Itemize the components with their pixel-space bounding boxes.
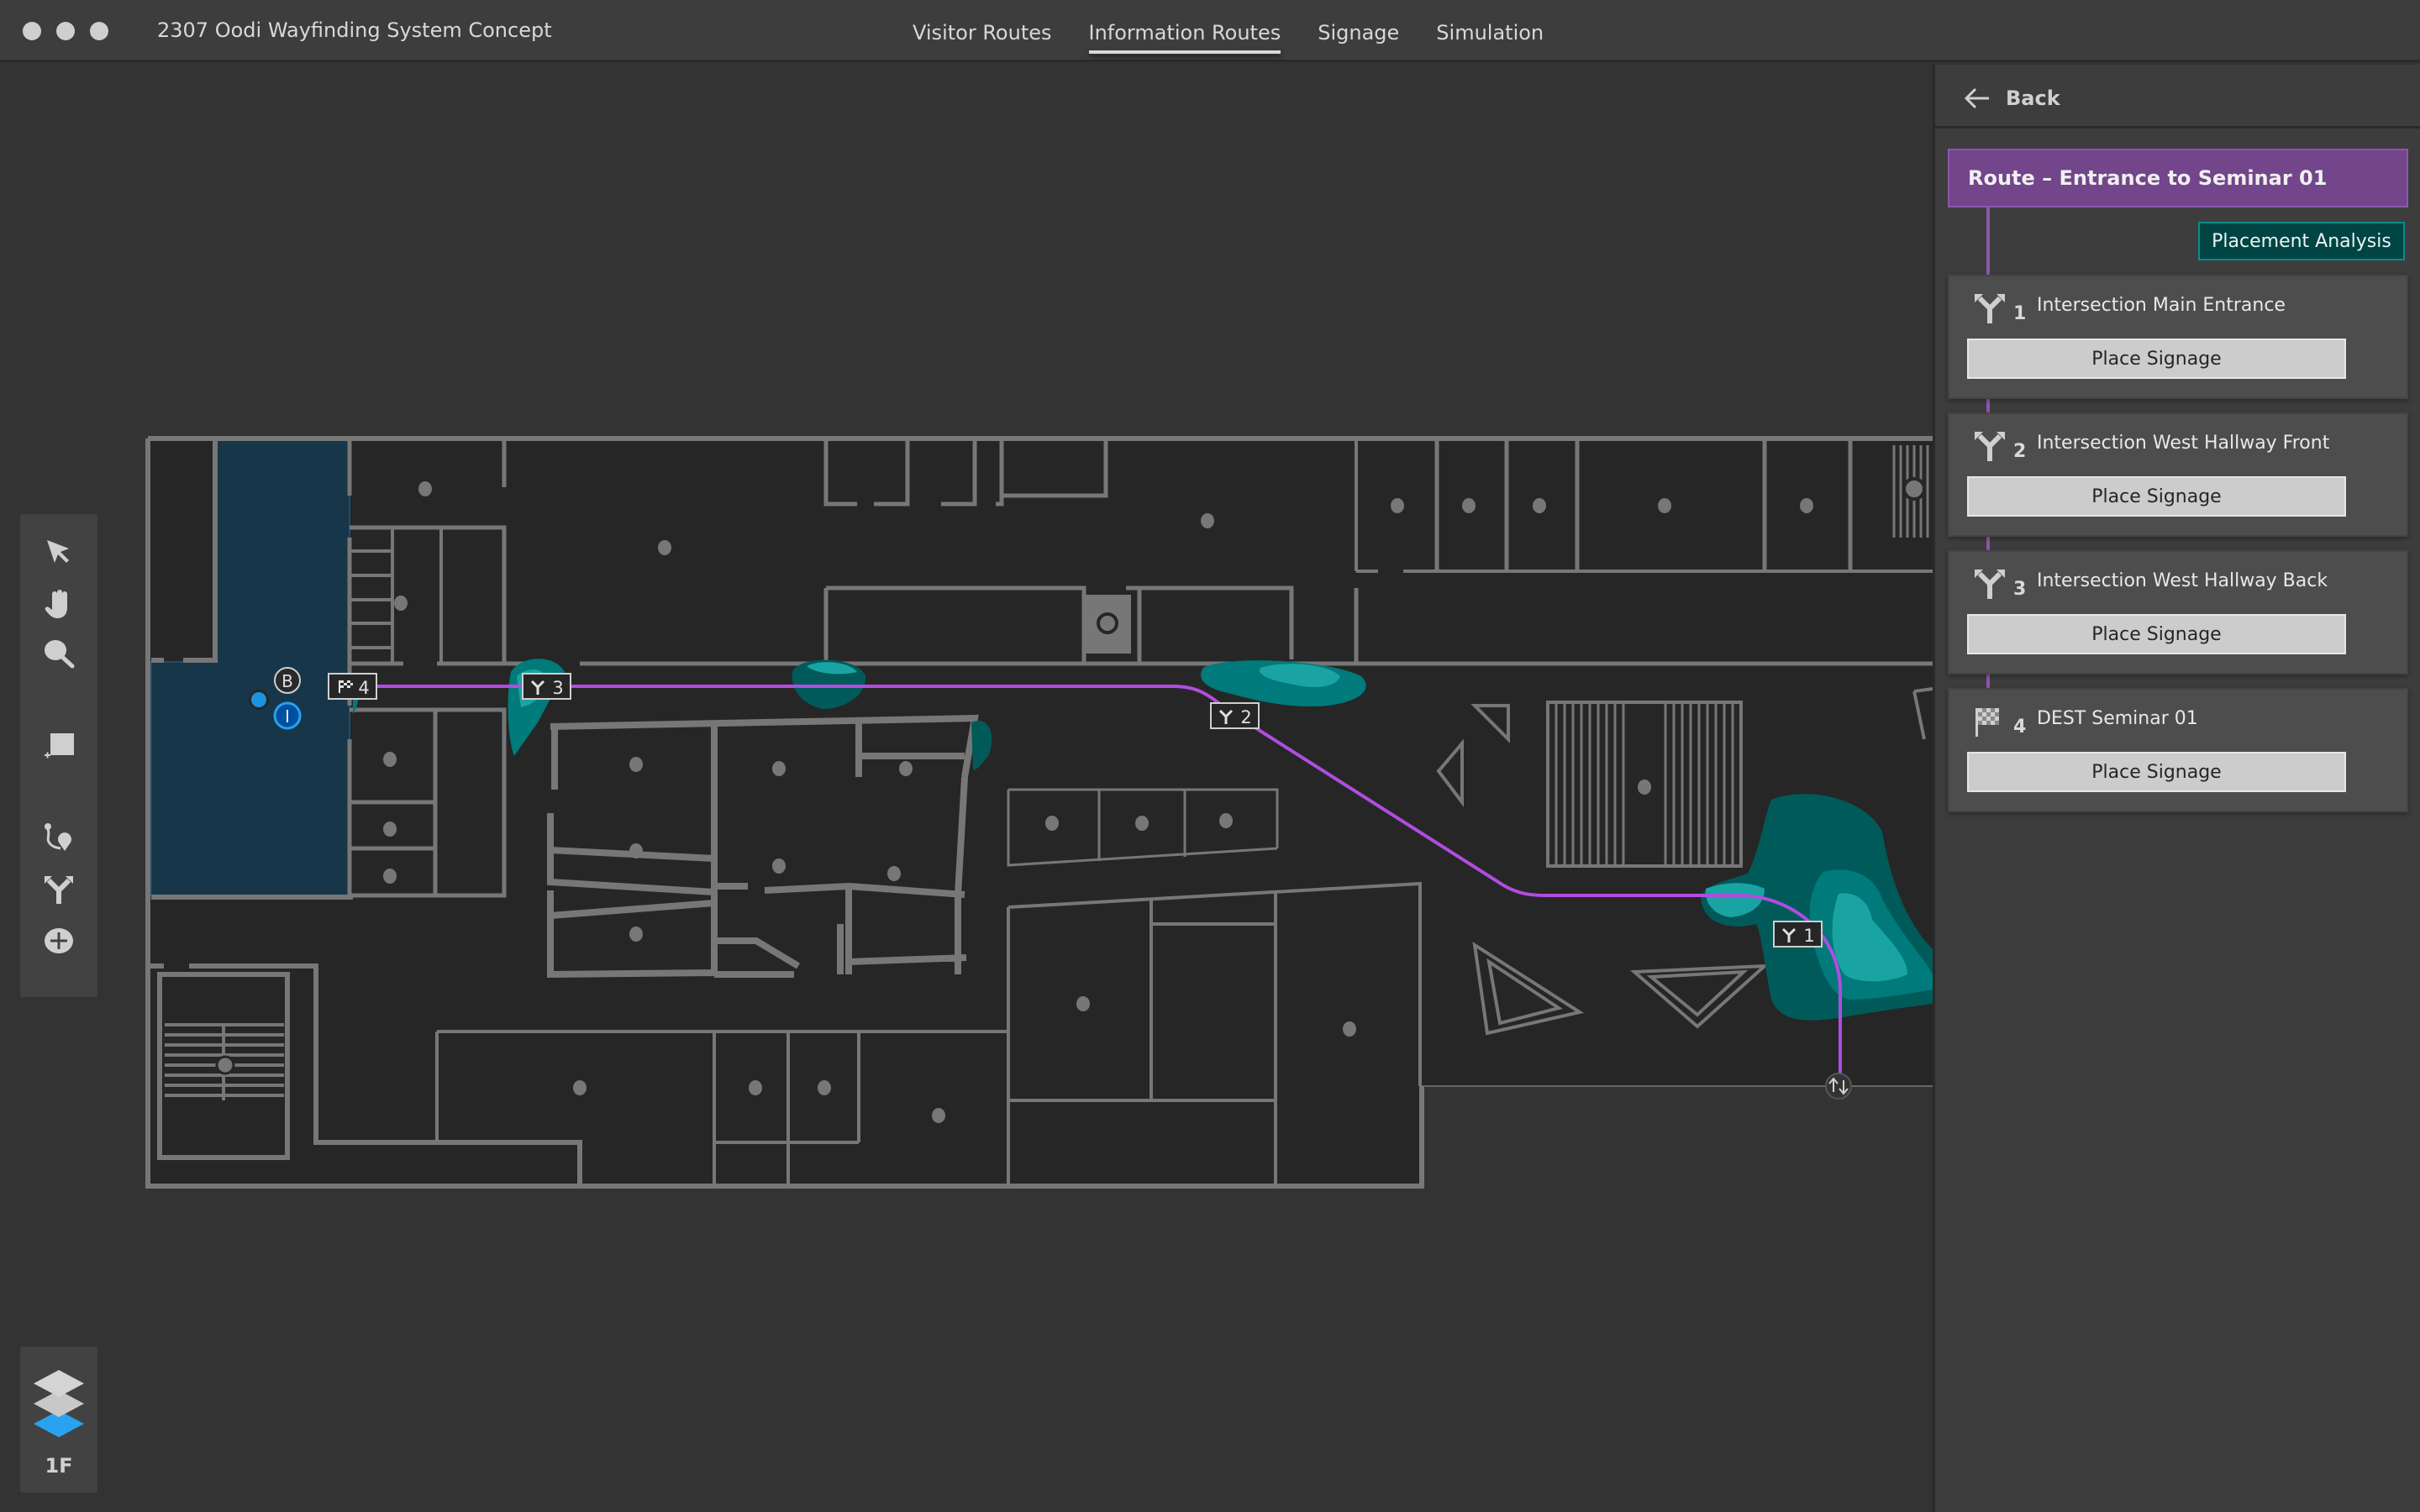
add-square-icon xyxy=(45,733,74,759)
route-step-card-2: 2 Intersection West Hallway Front Place … xyxy=(1948,412,2408,537)
back-label: Back xyxy=(2006,87,2060,110)
map-marker-4[interactable]: 4 xyxy=(328,673,377,700)
back-button[interactable]: Back xyxy=(1964,81,2060,115)
add-tool-button[interactable] xyxy=(34,920,84,962)
layers-icon xyxy=(34,1370,84,1437)
place-signage-button[interactable]: Place Signage xyxy=(1967,339,2346,379)
place-signage-button[interactable]: Place Signage xyxy=(1967,614,2346,654)
hand-icon xyxy=(45,590,67,618)
route-header: Route – Entrance to Seminar 01 xyxy=(1948,149,2408,207)
step-number: 4 xyxy=(2013,717,2027,738)
tab-visitor-routes[interactable]: Visitor Routes xyxy=(913,0,1052,62)
entrance-up-down-icon[interactable] xyxy=(1825,1073,1852,1100)
main-tabs: Visitor Routes Information Routes Signag… xyxy=(913,0,1581,62)
floor-plan[interactable]: B I 4 3 2 1 xyxy=(0,65,1933,1512)
route-tool-button[interactable] xyxy=(34,816,84,858)
tab-information-routes[interactable]: Information Routes xyxy=(1088,0,1281,62)
title-bar: 2307 Oodi Wayfinding System Concept Visi… xyxy=(0,0,2420,62)
info-desk-point[interactable] xyxy=(249,690,269,710)
checkered-flag-icon xyxy=(1975,708,1999,737)
map-canvas[interactable]: B I 4 3 2 1 1F xyxy=(0,65,1933,1512)
intersection-tool-button[interactable] xyxy=(34,869,84,911)
floor-selector[interactable]: 1F xyxy=(20,1347,97,1493)
place-signage-button[interactable]: Place Signage xyxy=(1967,752,2346,792)
zoom-tool-button[interactable] xyxy=(34,633,84,675)
poi-b-marker[interactable]: B xyxy=(274,667,301,694)
route-step-card-4: 4 DEST Seminar 01 Place Signage xyxy=(1948,688,2408,812)
placement-analysis-button[interactable]: Placement Analysis xyxy=(2198,222,2405,260)
cursor-arrow-icon xyxy=(47,540,69,563)
plus-circle-icon xyxy=(45,928,73,953)
step-number: 3 xyxy=(2013,579,2027,600)
step-number: 2 xyxy=(2013,441,2027,462)
window-close-button[interactable] xyxy=(23,22,41,40)
window-minimize-button[interactable] xyxy=(56,22,75,40)
map-marker-1-label: 1 xyxy=(1803,926,1814,946)
tool-palette xyxy=(20,514,97,997)
poi-i-marker[interactable]: I xyxy=(273,701,302,730)
route-step-card-3: 3 Intersection West Hallway Back Place S… xyxy=(1948,550,2408,675)
place-signage-button[interactable]: Place Signage xyxy=(1967,476,2346,517)
fork-icon xyxy=(1975,294,2005,323)
step-number: 1 xyxy=(2013,303,2027,324)
arrow-left-icon xyxy=(1964,87,1989,109)
panel-divider xyxy=(1935,126,2420,129)
tab-signage[interactable]: Signage xyxy=(1318,0,1399,62)
map-marker-4-label: 4 xyxy=(358,678,369,698)
step-title: Intersection Main Entrance xyxy=(2037,295,2286,316)
step-title: DEST Seminar 01 xyxy=(2037,708,2198,729)
poi-i-label: I xyxy=(285,706,290,727)
fork-icon xyxy=(1975,432,2005,461)
poi-b-label: B xyxy=(281,671,293,691)
tab-simulation[interactable]: Simulation xyxy=(1436,0,1544,62)
window-maximize-button[interactable] xyxy=(90,22,108,40)
fork-icon xyxy=(45,876,73,904)
route-step-card-1: 1 Intersection Main Entrance Place Signa… xyxy=(1948,275,2408,399)
add-area-tool-button[interactable] xyxy=(34,724,84,766)
map-marker-3[interactable]: 3 xyxy=(522,673,571,700)
step-title: Intersection West Hallway Back xyxy=(2037,570,2328,591)
step-title: Intersection West Hallway Front xyxy=(2037,433,2330,454)
map-marker-1[interactable]: 1 xyxy=(1773,921,1823,948)
select-tool-button[interactable] xyxy=(34,531,84,573)
map-marker-2-label: 2 xyxy=(1240,707,1251,727)
fork-icon xyxy=(1975,570,2005,599)
map-marker-3-label: 3 xyxy=(552,678,563,698)
route-title: Route – Entrance to Seminar 01 xyxy=(1968,166,2328,190)
current-floor-label: 1F xyxy=(45,1454,73,1478)
route-pin-icon xyxy=(45,823,71,851)
route-detail-panel: Back Route – Entrance to Seminar 01 Plac… xyxy=(1933,65,2420,1512)
magnifier-icon xyxy=(45,640,75,669)
outside-area xyxy=(1422,1086,1933,1512)
map-marker-2[interactable]: 2 xyxy=(1210,702,1260,729)
pan-tool-button[interactable] xyxy=(34,583,84,625)
app-title: 2307 Oodi Wayfinding System Concept xyxy=(157,18,552,42)
